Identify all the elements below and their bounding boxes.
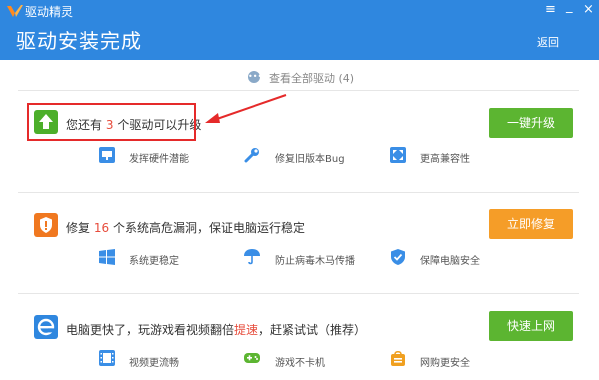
feature-label: 保障电脑安全 bbox=[420, 256, 480, 267]
shield-alert-icon bbox=[34, 213, 58, 237]
feature-label: 更高兼容性 bbox=[420, 154, 470, 165]
monitor-icon bbox=[99, 147, 115, 163]
fast-browse-button[interactable]: 快速上网 bbox=[489, 311, 573, 341]
annotation-highlight-box bbox=[27, 103, 196, 141]
film-icon bbox=[99, 350, 115, 366]
view-all-drivers-link[interactable]: 查看全部驱动 (4) bbox=[269, 70, 354, 86]
speed-highlight: 提速 bbox=[234, 323, 259, 337]
close-icon[interactable]: × bbox=[583, 3, 594, 17]
feature-label: 发挥硬件潜能 bbox=[129, 154, 189, 165]
feature-label: 系统更稳定 bbox=[129, 256, 179, 267]
annotation-arrow-icon bbox=[205, 94, 287, 123]
gamepad-icon bbox=[244, 353, 260, 363]
divider bbox=[18, 293, 579, 294]
page-title: 驱动安装完成 bbox=[16, 29, 142, 53]
minimize-icon[interactable]: _ bbox=[566, 0, 573, 14]
app-name: 驱动精灵 bbox=[25, 5, 74, 19]
divider bbox=[18, 192, 579, 193]
feature-label: 视频更流畅 bbox=[129, 358, 179, 369]
feature-label: 修复旧版本Bug bbox=[275, 154, 345, 165]
feature-label: 游戏不卡机 bbox=[275, 358, 325, 369]
umbrella-icon bbox=[244, 249, 260, 265]
divider bbox=[18, 90, 579, 91]
menu-icon[interactable]: ≡ bbox=[545, 3, 556, 17]
fix-now-button[interactable]: 立即修复 bbox=[489, 209, 573, 239]
ie-icon bbox=[34, 315, 58, 339]
feature-label: 防止病毒木马传播 bbox=[275, 256, 355, 267]
driver-genius-logo-icon bbox=[7, 5, 23, 17]
feature-label: 网购更安全 bbox=[420, 358, 470, 369]
back-button[interactable]: 返回 bbox=[537, 34, 559, 50]
shopping-bag-icon bbox=[391, 350, 405, 366]
expand-icon bbox=[390, 147, 406, 163]
speed-up-title: 电脑更快了，玩游戏看视频翻倍提速，赶紧试试（推荐） bbox=[66, 323, 367, 337]
more-dots-icon: ••• bbox=[248, 71, 263, 83]
windows-icon bbox=[99, 249, 115, 265]
vulnerability-count: 16 bbox=[93, 221, 110, 235]
vulnerability-fix-title: 修复 16 个系统高危漏洞，保证电脑运行稳定 bbox=[66, 221, 305, 235]
shield-check-icon bbox=[391, 249, 405, 265]
upgrade-all-button[interactable]: 一键升级 bbox=[489, 108, 573, 138]
wrench-icon bbox=[244, 148, 259, 163]
